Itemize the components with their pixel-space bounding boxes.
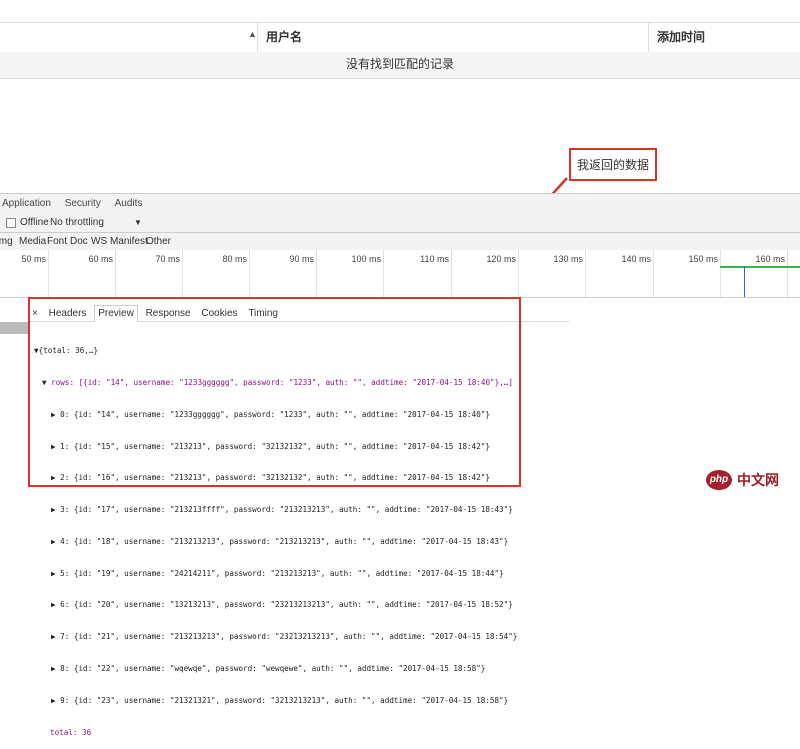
tab-audits[interactable]: Audits bbox=[115, 194, 143, 214]
filter-other[interactable]: Other bbox=[146, 233, 171, 250]
network-timeline[interactable]: 50 ms 60 ms 70 ms 80 ms 90 ms 100 ms 110… bbox=[0, 250, 800, 298]
tree-total: total: 36 bbox=[50, 727, 92, 737]
filter-img[interactable]: Img bbox=[0, 233, 13, 250]
collapsed-triangle-icon: ▶ bbox=[51, 536, 61, 546]
tree-row-item[interactable]: ▶ 4: {id: "18", username: "213213213", p… bbox=[34, 537, 514, 548]
filter-manifest[interactable]: Manifest bbox=[110, 233, 148, 250]
timeline-bar bbox=[720, 266, 800, 268]
timeline-tick: 160 ms bbox=[720, 250, 788, 297]
tree-row-item[interactable]: ▶ 5: {id: "19", username: "24214211", pa… bbox=[34, 569, 514, 580]
tree-row-item[interactable]: ▶ 9: {id: "23", username: "21321321", pa… bbox=[34, 696, 514, 707]
chevron-down-icon[interactable]: ▼ bbox=[134, 214, 142, 232]
filter-ws[interactable]: WS bbox=[91, 233, 107, 250]
filter-doc[interactable]: Doc bbox=[70, 233, 88, 250]
timeline-tick: 100 ms bbox=[316, 250, 384, 297]
collapsed-triangle-icon: ▶ bbox=[51, 664, 61, 673]
type-filter-bar: Img Media Font Doc WS Manifest Other bbox=[0, 233, 800, 251]
timeline-marker bbox=[744, 266, 745, 297]
collapsed-triangle-icon: ▶ bbox=[51, 568, 61, 578]
timeline-tick: 80 ms bbox=[182, 250, 250, 297]
tree-row-item[interactable]: ▶ 7: {id: "21", username: "213213213", p… bbox=[34, 632, 517, 643]
timeline-tick: 50 ms bbox=[0, 250, 49, 297]
timeline-tick: 150 ms bbox=[653, 250, 721, 297]
filter-media[interactable]: Media bbox=[19, 233, 46, 250]
collapsed-triangle-icon: ▶ bbox=[51, 695, 61, 705]
timeline-tick: 90 ms bbox=[249, 250, 317, 297]
offline-label: Offline bbox=[20, 217, 49, 228]
selected-request-row[interactable] bbox=[0, 322, 29, 334]
timeline-tick: 70 ms bbox=[115, 250, 183, 297]
timeline-tick: 120 ms bbox=[451, 250, 519, 297]
tree-row-item[interactable]: ▶ 8: {id: "22", username: "wqewqe", pass… bbox=[34, 664, 514, 675]
tab-security[interactable]: Security bbox=[65, 194, 101, 214]
network-toolbar: Offline No throttling ▼ bbox=[0, 214, 800, 233]
throttling-select[interactable]: No throttling bbox=[50, 214, 104, 232]
timeline-tick: 140 ms bbox=[585, 250, 654, 297]
tab-application[interactable]: Application bbox=[2, 194, 51, 214]
offline-checkbox[interactable] bbox=[6, 218, 16, 228]
tree-row-item[interactable]: ▶ 6: {id: "20", username: "13213213", pa… bbox=[34, 600, 514, 611]
php-logo-icon: php bbox=[706, 470, 732, 490]
collapsed-triangle-icon: ▶ bbox=[51, 600, 61, 610]
timeline-tick: 110 ms bbox=[383, 250, 452, 297]
collapsed-triangle-icon: ▶ bbox=[51, 505, 61, 515]
timeline-tick: 130 ms bbox=[518, 250, 586, 297]
tree-row-item[interactable]: ▶ 3: {id: "17", username: "213213ffff", … bbox=[34, 505, 514, 516]
devtools-tab-bar: Application Security Audits bbox=[0, 193, 800, 215]
collapsed-triangle-icon: ▶ bbox=[51, 632, 61, 642]
filter-font[interactable]: Font bbox=[47, 233, 67, 250]
annotation-highlight-box bbox=[28, 297, 521, 487]
watermark-text: 中文网 bbox=[737, 472, 779, 488]
timeline-tick: 60 ms bbox=[48, 250, 116, 297]
